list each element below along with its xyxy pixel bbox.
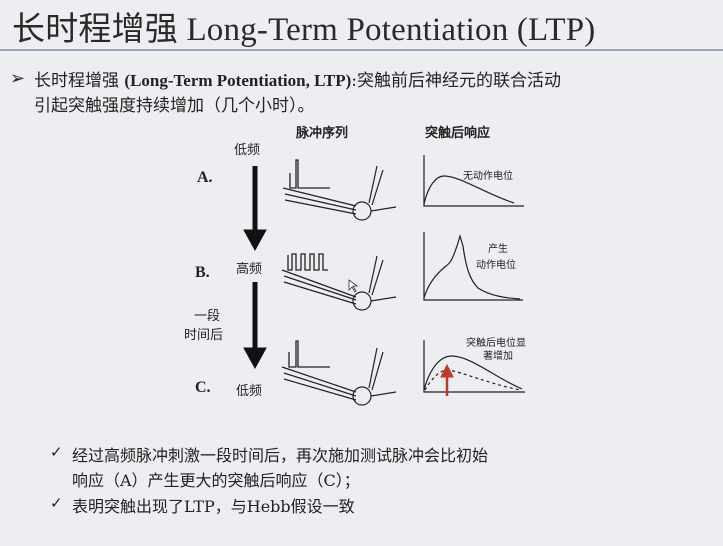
row-a-neuron xyxy=(282,165,397,221)
row-c-response xyxy=(423,340,525,393)
time-arrow-2 xyxy=(243,282,267,370)
row-a-pulse xyxy=(289,159,330,189)
time-arrow-1 xyxy=(243,166,267,252)
row-b-response xyxy=(423,232,523,301)
cursor-icon xyxy=(348,279,359,293)
row-c-neuron xyxy=(281,347,397,406)
row-c-pulse xyxy=(288,340,330,368)
row-b-neuron xyxy=(281,255,397,311)
row-b-pulse xyxy=(287,253,328,271)
row-a-response xyxy=(423,155,524,207)
conclusion-1-line2: 响应（A）产生更大的突触后响应（C）； xyxy=(72,471,360,490)
conclusion-1-line1: 经过高频脉冲刺激一段时间后，再次施加测试脉冲会比初始 xyxy=(72,446,489,465)
check-icon-1: ✓ xyxy=(50,443,63,461)
potentiation-arrow xyxy=(440,363,454,396)
check-icon-2: ✓ xyxy=(50,494,63,512)
conclusion-2-line1: 表明突触出现了LTP，与Hebb假设一致 xyxy=(72,497,355,516)
